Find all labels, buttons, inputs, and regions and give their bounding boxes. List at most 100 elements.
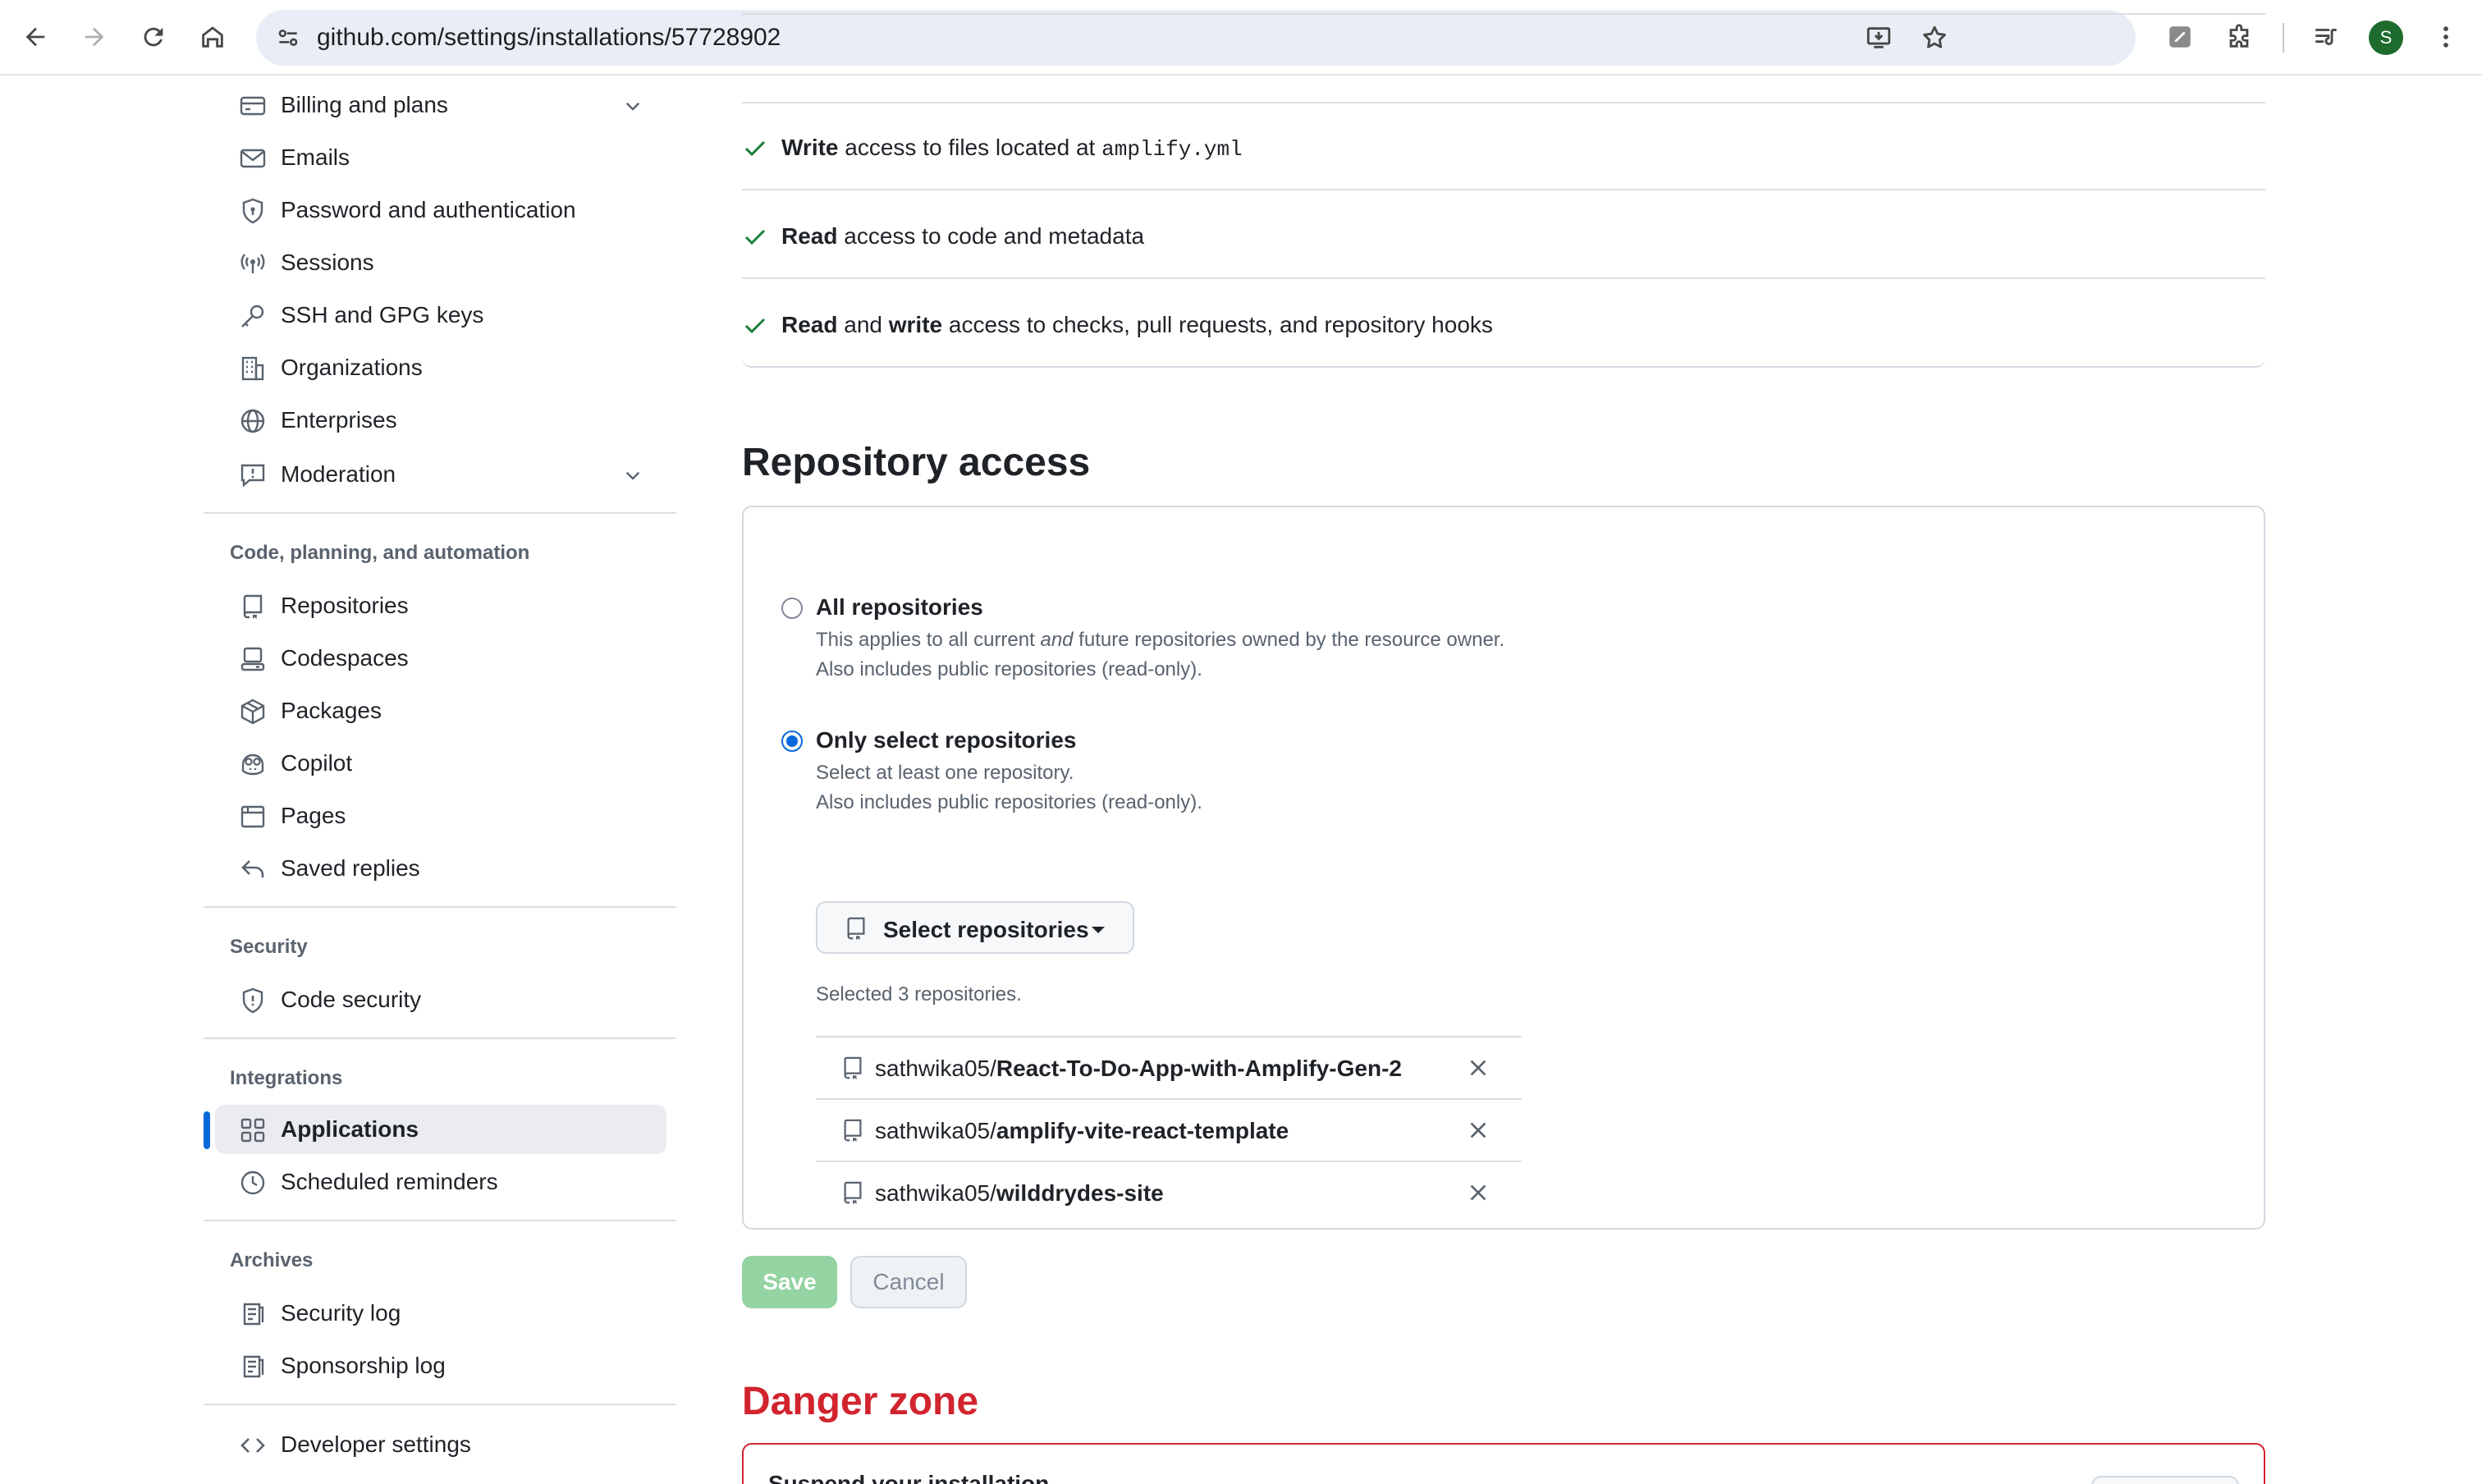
permission-text: Write access to files located at amplify… [781,135,1243,162]
sidebar-item-scheduled-reminders[interactable]: Scheduled reminders [215,1157,666,1207]
permission-text: Read access to code and metadata [781,223,1145,249]
sidebar-divider [204,512,676,514]
organization-icon [240,355,266,382]
repo-icon [240,593,266,620]
browser-icon [240,804,266,830]
sidebar-item-billing[interactable]: Billing and plans [215,80,666,130]
codespaces-icon [240,646,266,672]
apps-icon [240,1117,266,1143]
sidebar-item-saved-replies[interactable]: Saved replies [215,844,666,893]
all-repositories-label[interactable]: All repositories [816,594,983,621]
chevron-down-icon[interactable] [622,465,643,486]
chevron-down-icon[interactable] [622,95,643,117]
sidebar-item-packages[interactable]: Packages [215,686,666,735]
sidebar-item-sessions[interactable]: Sessions [215,238,666,287]
sidebar-divider [204,1037,676,1039]
sidebar-item-label: Password and authentication [281,197,576,222]
repository-name: sathwika05/amplify-vite-react-template [875,1118,1289,1143]
check-icon [742,223,768,250]
remove-repository-icon[interactable] [1466,1118,1491,1143]
shield-lock-icon [240,198,266,224]
sidebar-item-label: Repositories [281,593,409,618]
sidebar-item-security-log[interactable]: Security log [215,1289,666,1338]
sidebar-item-moderation[interactable]: Moderation [215,450,666,499]
home-icon[interactable] [194,18,231,56]
repo-icon [844,916,868,941]
sidebar-item-password[interactable]: Password and authentication [215,186,666,235]
sidebar-item-sponsorship-log[interactable]: Sponsorship log [215,1341,666,1390]
sidebar-item-label: Applications [281,1116,419,1142]
sidebar-item-enterprises[interactable]: Enterprises [215,396,666,445]
sidebar-item-label: Scheduled reminders [281,1169,498,1194]
sidebar-item-ssh-keys[interactable]: SSH and GPG keys [215,291,666,340]
permission-row: Read access to code and metadata [742,190,2265,279]
log-icon [240,1353,266,1380]
repo-icon [840,1180,865,1205]
danger-zone-heading: Danger zone [742,1380,979,1423]
sidebar-heading-security: Security [230,936,308,958]
back-icon[interactable] [16,18,54,56]
only-select-repositories-label[interactable]: Only select repositories [816,727,1076,753]
cancel-button[interactable]: Cancel [850,1256,967,1308]
list-item: sathwika05/React-To-Do-App-with-Amplify-… [816,1036,1522,1098]
globe-icon [240,408,266,434]
check-icon [742,312,768,338]
repository-access-heading: Repository access [742,441,1091,484]
save-button[interactable]: Save [742,1256,837,1308]
sidebar-item-codespaces[interactable]: Codespaces [215,634,666,683]
mail-icon [240,145,266,172]
sidebar-item-label: Developer settings [281,1431,471,1457]
selected-count-text: Selected 3 repositories. [816,983,1022,1005]
permission-text: Read and write access to checks, pull re… [781,312,1493,337]
select-repositories-button[interactable]: Select repositories [816,901,1134,954]
url-text[interactable]: github.com/settings/installations/577289… [317,24,781,52]
sidebar-item-emails[interactable]: Emails [215,133,666,182]
site-info-icon[interactable] [269,19,307,57]
selected-repositories-list: sathwika05/React-To-Do-App-with-Amplify-… [816,1036,1522,1223]
only-select-repositories-radio[interactable] [781,731,803,752]
all-repositories-radio[interactable] [781,598,803,619]
sidebar-item-pages[interactable]: Pages [215,791,666,840]
sidebar-item-label: Security log [281,1300,401,1326]
sidebar-heading-integrations: Integrations [230,1067,343,1089]
log-icon [240,1301,266,1327]
sidebar-divider [204,1404,676,1405]
sidebar-divider [204,906,676,908]
repository-name: sathwika05/wilddrydes-site [875,1180,1164,1206]
select-repositories-label: Select repositories [883,917,1089,942]
repo-icon [840,1056,865,1080]
sidebar-divider [204,1220,676,1221]
code-icon [240,1432,266,1459]
broadcast-icon [240,250,266,277]
forward-icon[interactable] [76,18,113,56]
more-menu-icon[interactable] [2428,19,2464,55]
sidebar-item-applications[interactable]: Applications [215,1105,666,1154]
repository-name: sathwika05/React-To-Do-App-with-Amplify-… [875,1056,1402,1081]
check-icon [742,135,768,161]
sidebar-item-repositories[interactable]: Repositories [215,581,666,630]
report-icon [240,462,266,488]
sidebar-item-label: Moderation [281,461,396,487]
sidebar-item-code-security[interactable]: Code security [215,975,666,1024]
profile-avatar[interactable]: S [2369,21,2403,55]
sidebar-item-organizations[interactable]: Organizations [215,343,666,392]
suspend-button[interactable] [2091,1476,2239,1484]
remove-repository-icon[interactable] [1466,1180,1491,1205]
permission-row: Write access to files located at amplify… [742,102,2265,190]
caret-down-icon [1092,927,1105,933]
sidebar-heading-archives: Archives [230,1249,314,1271]
main-content: Write access to files located at amplify… [742,13,2265,1484]
remove-repository-icon[interactable] [1466,1056,1491,1080]
sidebar-item-developer-settings[interactable]: Developer settings [215,1420,666,1469]
only-select-repositories-description: Select at least one repository. Also inc… [816,762,1202,813]
sidebar-heading-code: Code, planning, and automation [230,542,530,564]
media-controls-icon[interactable] [2308,19,2344,55]
repo-icon [840,1118,865,1143]
sidebar-item-label: Saved replies [281,855,420,881]
permissions-top-border [742,13,2265,39]
list-item: sathwika05/amplify-vite-react-template [816,1098,1522,1161]
sidebar-item-label: Emails [281,144,350,170]
sidebar-item-copilot[interactable]: Copilot [215,739,666,788]
reload-icon[interactable] [135,18,172,56]
clock-icon [240,1170,266,1196]
